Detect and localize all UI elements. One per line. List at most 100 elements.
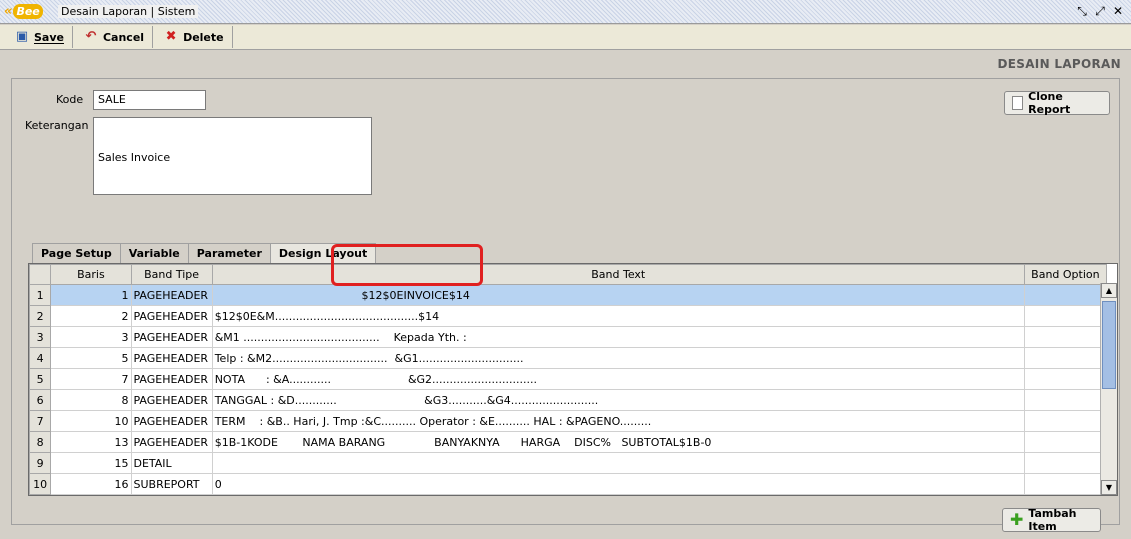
band-option-cell[interactable] — [1023, 305, 1108, 327]
title-bar: « Bee Desain Laporan | Sistem ⤡ ⤢ ✕ — [0, 0, 1131, 24]
baris-cell[interactable]: 5 — [50, 347, 132, 369]
tambah-item-button[interactable]: ✚ Tambah Item — [1002, 507, 1101, 533]
band-text-cell[interactable]: TANGGAL : &D............ &G3...........&… — [211, 389, 1025, 411]
cancel-label: Cancel — [102, 30, 145, 44]
row-number-cell: 8 — [29, 431, 52, 453]
undo-icon: ↶ — [85, 29, 97, 44]
band-option-cell[interactable] — [1023, 326, 1108, 348]
close-icon[interactable]: ✕ — [1111, 4, 1125, 18]
band-tipe-cell[interactable]: PAGEHEADER — [130, 347, 213, 369]
toolbar: ▣ Save ↶ Cancel ✖ Delete — [0, 25, 1131, 50]
baris-cell[interactable]: 3 — [50, 326, 132, 348]
table-header: Baris Band Tipe Band Text Band Option — [29, 264, 1108, 285]
maximize-icon[interactable]: ⤢ — [1093, 4, 1107, 18]
band-tipe-cell[interactable]: PAGEHEADER — [130, 284, 213, 306]
baris-cell[interactable]: 2 — [50, 305, 132, 327]
band-option-cell[interactable] — [1023, 473, 1108, 495]
band-option-cell[interactable] — [1023, 431, 1108, 453]
band-tipe-cell[interactable]: PAGEHEADER — [130, 431, 213, 453]
floppy-icon: ▣ — [15, 29, 29, 44]
plus-icon: ✚ — [1010, 510, 1024, 529]
delete-icon: ✖ — [165, 29, 177, 44]
band-option-cell[interactable] — [1023, 284, 1108, 306]
band-option-cell[interactable] — [1023, 368, 1108, 390]
band-option-cell[interactable] — [1023, 347, 1108, 369]
baris-cell[interactable]: 16 — [50, 473, 132, 495]
table-body: 1 1 PAGEHEADER $12$0EINVOICE$14 2 2 PAGEHEADE… — [29, 284, 1108, 495]
baris-cell[interactable]: 10 — [50, 410, 132, 432]
save-button[interactable]: ▣ Save — [4, 26, 73, 48]
column-header-band-tipe[interactable]: Band Tipe — [130, 264, 213, 285]
baris-cell[interactable]: 7 — [50, 368, 132, 390]
tab-page-setup[interactable]: Page Setup — [32, 243, 121, 263]
band-option-cell[interactable] — [1023, 410, 1108, 432]
band-tipe-cell[interactable]: PAGEHEADER — [130, 326, 213, 348]
form-panel: Kode SALE Keterangan Sales Invoice Clone… — [11, 78, 1120, 533]
page-title: DESAIN LAPORAN — [997, 57, 1121, 71]
band-tipe-cell[interactable]: PAGEHEADER — [130, 305, 213, 327]
keterangan-label: Keterangan — [25, 119, 89, 132]
row-number-cell: 6 — [29, 389, 52, 411]
table-row[interactable]: 10 16 SUBREPORT 0 — [29, 473, 1108, 495]
table-row[interactable]: 3 3 PAGEHEADER &M1 ........................… — [29, 326, 1108, 348]
band-grid: Baris Band Tipe Band Text Band Option 11… — [28, 263, 1118, 496]
band-text-cell[interactable]: 0 — [211, 473, 1025, 495]
band-tipe-cell[interactable]: PAGEHEADER — [130, 368, 213, 390]
table-row[interactable]: 9 15 DETAIL — [29, 452, 1108, 474]
band-text-cell[interactable]: NOTA : &A............ &G2...............… — [211, 368, 1025, 390]
baris-cell[interactable]: 8 — [50, 389, 132, 411]
row-number-cell: 2 — [29, 305, 52, 327]
band-text-cell[interactable]: &M1 ....................................… — [211, 326, 1025, 348]
band-text-cell[interactable] — [211, 452, 1025, 474]
table-row[interactable]: 5 7 PAGEHEADER NOTA : &A............ &G2...… — [29, 368, 1108, 390]
save-label: Save — [34, 30, 64, 44]
tab-variable[interactable]: Variable — [119, 243, 189, 263]
row-number-cell: 7 — [29, 410, 52, 432]
band-text-cell[interactable]: $1B-1KODE NAMA BARANG BANYAKNYA HARGA DI… — [211, 431, 1025, 453]
row-number-cell: 9 — [29, 452, 52, 474]
column-header-band-option[interactable]: Band Option — [1023, 264, 1108, 285]
band-tipe-cell[interactable]: SUBREPORT — [130, 473, 213, 495]
restore-icon[interactable]: ⤡ — [1075, 4, 1089, 18]
scroll-down-icon[interactable]: ▼ — [1101, 480, 1117, 495]
band-text-cell[interactable]: Telp : &M2..............................… — [211, 347, 1025, 369]
table-row[interactable]: 4 5 PAGEHEADER Telp : &M2..................… — [29, 347, 1108, 369]
clone-report-label: Clone Report — [1028, 90, 1071, 116]
band-tipe-cell[interactable]: PAGEHEADER — [130, 410, 213, 432]
tab-parameter[interactable]: Parameter — [187, 243, 271, 263]
delete-label: Delete — [183, 30, 224, 44]
vertical-scrollbar[interactable]: ▲ ▼ — [1100, 283, 1117, 495]
baris-cell[interactable]: 15 — [50, 452, 132, 474]
table-row[interactable]: 7 10 PAGEHEADER TERM : &B.. Hari, J. Tmp :&… — [29, 410, 1108, 432]
delete-button[interactable]: ✖ Delete — [153, 26, 233, 48]
cancel-button[interactable]: ↶ Cancel — [73, 26, 154, 48]
tab-bar: Page Setup Variable Parameter Design Lay… — [32, 243, 377, 263]
band-option-cell[interactable] — [1023, 389, 1108, 411]
band-tipe-cell[interactable]: DETAIL — [130, 452, 213, 474]
baris-cell[interactable]: 13 — [50, 431, 132, 453]
band-tipe-cell[interactable]: PAGEHEADER — [130, 389, 213, 411]
band-text-cell[interactable]: TERM : &B.. Hari, J. Tmp :&C.......... O… — [211, 410, 1025, 432]
row-number-cell: 5 — [29, 368, 52, 390]
table-row[interactable]: 8 13 PAGEHEADER $1B-1KODE NAMA BARANG BANYA… — [29, 431, 1108, 453]
table-row[interactable]: 2 2 PAGEHEADER $12$0E&M....................… — [29, 305, 1108, 327]
window-controls: ⤡ ⤢ ✕ — [1075, 4, 1125, 18]
window-title: Desain Laporan | Sistem — [58, 5, 199, 18]
scroll-up-icon[interactable]: ▲ — [1101, 283, 1117, 298]
kode-input[interactable]: SALE — [93, 90, 206, 110]
band-text-cell[interactable]: $12$0E&M................................… — [211, 305, 1025, 327]
annotation-highlight — [331, 244, 483, 286]
row-number-header — [29, 264, 52, 285]
kode-label: Kode — [56, 93, 84, 106]
clone-report-button[interactable]: Clone Report — [1004, 90, 1110, 116]
band-text-cell[interactable]: $12$0EINVOICE$14 — [211, 284, 1025, 306]
band-option-cell[interactable] — [1023, 452, 1108, 474]
scroll-thumb[interactable] — [1102, 301, 1116, 389]
baris-cell[interactable]: 1 — [50, 284, 132, 306]
tambah-item-label: Tambah Item — [1028, 507, 1077, 533]
logo-text: Bee — [13, 4, 43, 19]
column-header-baris[interactable]: Baris — [50, 264, 132, 285]
keterangan-textarea[interactable]: Sales Invoice — [93, 117, 372, 195]
table-row[interactable]: 6 8 PAGEHEADER TANGGAL : &D............ &G3… — [29, 389, 1108, 411]
table-row[interactable]: 1 1 PAGEHEADER $12$0EINVOICE$14 — [29, 284, 1108, 306]
